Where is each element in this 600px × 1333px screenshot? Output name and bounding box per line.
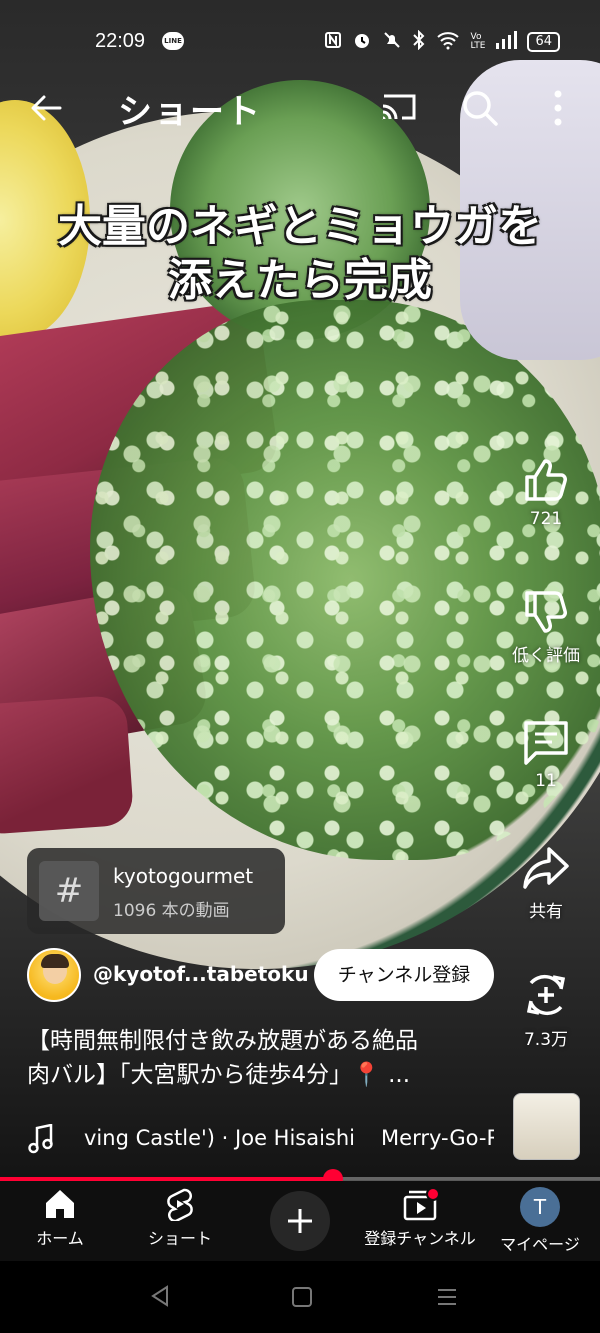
bluetooth-icon [412,29,426,54]
system-nav-bar [0,1261,600,1333]
nav-me-label: マイページ [500,1235,580,1254]
remix-icon [526,974,566,1016]
nfc-icon [324,31,342,53]
hashtag-video-count: 1096 本の動画 [113,901,230,921]
account-avatar: T [520,1187,560,1227]
line-app-icon: LINE [162,32,184,50]
hashtag-name: kyotogourmet [113,864,254,888]
shorts-icon [167,1188,193,1221]
channel-handle[interactable]: @kyotof...tabetoku [93,962,309,986]
system-home-icon[interactable] [292,1287,312,1307]
system-recents-icon[interactable] [436,1287,458,1311]
notification-dot [426,1187,440,1201]
thumbs-up-icon [525,459,567,501]
cast-icon[interactable] [380,90,418,124]
music-album-art[interactable] [513,1093,580,1160]
caption-line-2: 添えたら完成 [168,255,432,306]
top-app-bar: ショート [0,78,600,138]
music-note-icon [28,1123,54,1154]
status-bar: 22:09 LINE Vo LTE 64 [0,22,600,62]
share-label: 共有 [529,902,563,922]
music-track-next: Merry-Go-Ro [381,1126,494,1150]
dislike-label: 低く評価 [512,646,580,666]
nav-me[interactable]: T マイページ [498,1187,582,1255]
hashtag-icon: # [39,861,99,921]
nav-subscriptions[interactable]: 登録チャンネル [360,1187,480,1249]
system-back-icon[interactable] [150,1285,170,1311]
create-button[interactable] [270,1191,330,1251]
bottom-nav: ホーム ショート 登録チャンネル T マイページ [0,1181,600,1261]
avatar-hair [41,954,69,968]
share-button[interactable]: 共有 [500,843,592,922]
back-arrow-icon[interactable] [28,90,64,126]
nav-shorts[interactable]: ショート [140,1187,220,1249]
subscribe-button[interactable]: チャンネル登録 [314,949,494,1001]
comment-count: 11 [535,771,557,791]
remix-count: 7.3万 [523,1030,569,1050]
channel-avatar[interactable] [27,948,81,1002]
thumbs-down-icon [525,591,567,633]
mute-icon [382,30,402,54]
nav-home[interactable]: ホーム [30,1187,90,1249]
nav-home-label: ホーム [36,1229,84,1248]
dislike-button[interactable]: 低く評価 [500,587,592,666]
page-title: ショート [118,92,262,132]
music-track[interactable]: ving Castle') · Joe Hisaishi Merry-Go-Ro [84,1126,494,1150]
more-vert-icon[interactable] [548,86,568,130]
comments-button[interactable]: 11 [500,717,592,791]
music-track-title: ving Castle') · Joe Hisaishi [84,1126,356,1150]
video-caption: 大量のネギとミョウガを 添えたら完成 [0,200,600,308]
like-button[interactable]: 721 [500,455,592,529]
search-icon[interactable] [460,88,500,128]
video-description[interactable]: 【時間無制限付き飲み放題がある絶品 肉バル】「大宮駅から徒歩4分」📍 ... [27,1024,497,1092]
like-count: 721 [529,509,563,529]
volte-icon: Vo LTE [470,32,486,51]
video-meat-slice [0,694,135,836]
status-icons: Vo LTE 64 [324,29,560,54]
wifi-icon [436,30,460,54]
home-icon [46,1190,74,1218]
comment-icon [524,721,568,765]
alarm-icon [352,30,372,54]
plus-icon [288,1209,312,1233]
description-line-2: 肉バル】「大宮駅から徒歩4分」📍 ... [27,1062,411,1088]
battery-icon: 64 [527,32,560,52]
hashtag-chip[interactable]: # kyotogourmet 1096 本の動画 [27,848,285,934]
description-line-1: 【時間無制限付き飲み放題がある絶品 [27,1028,418,1054]
nav-subscriptions-label: 登録チャンネル [364,1229,476,1248]
nav-shorts-label: ショート [147,1229,212,1248]
status-time: 22:09 [95,30,146,52]
signal-icon [495,31,518,53]
caption-line-1: 大量のネギとミョウガを [58,201,542,252]
share-icon [523,847,569,889]
remix-button[interactable]: 7.3万 [500,969,592,1050]
